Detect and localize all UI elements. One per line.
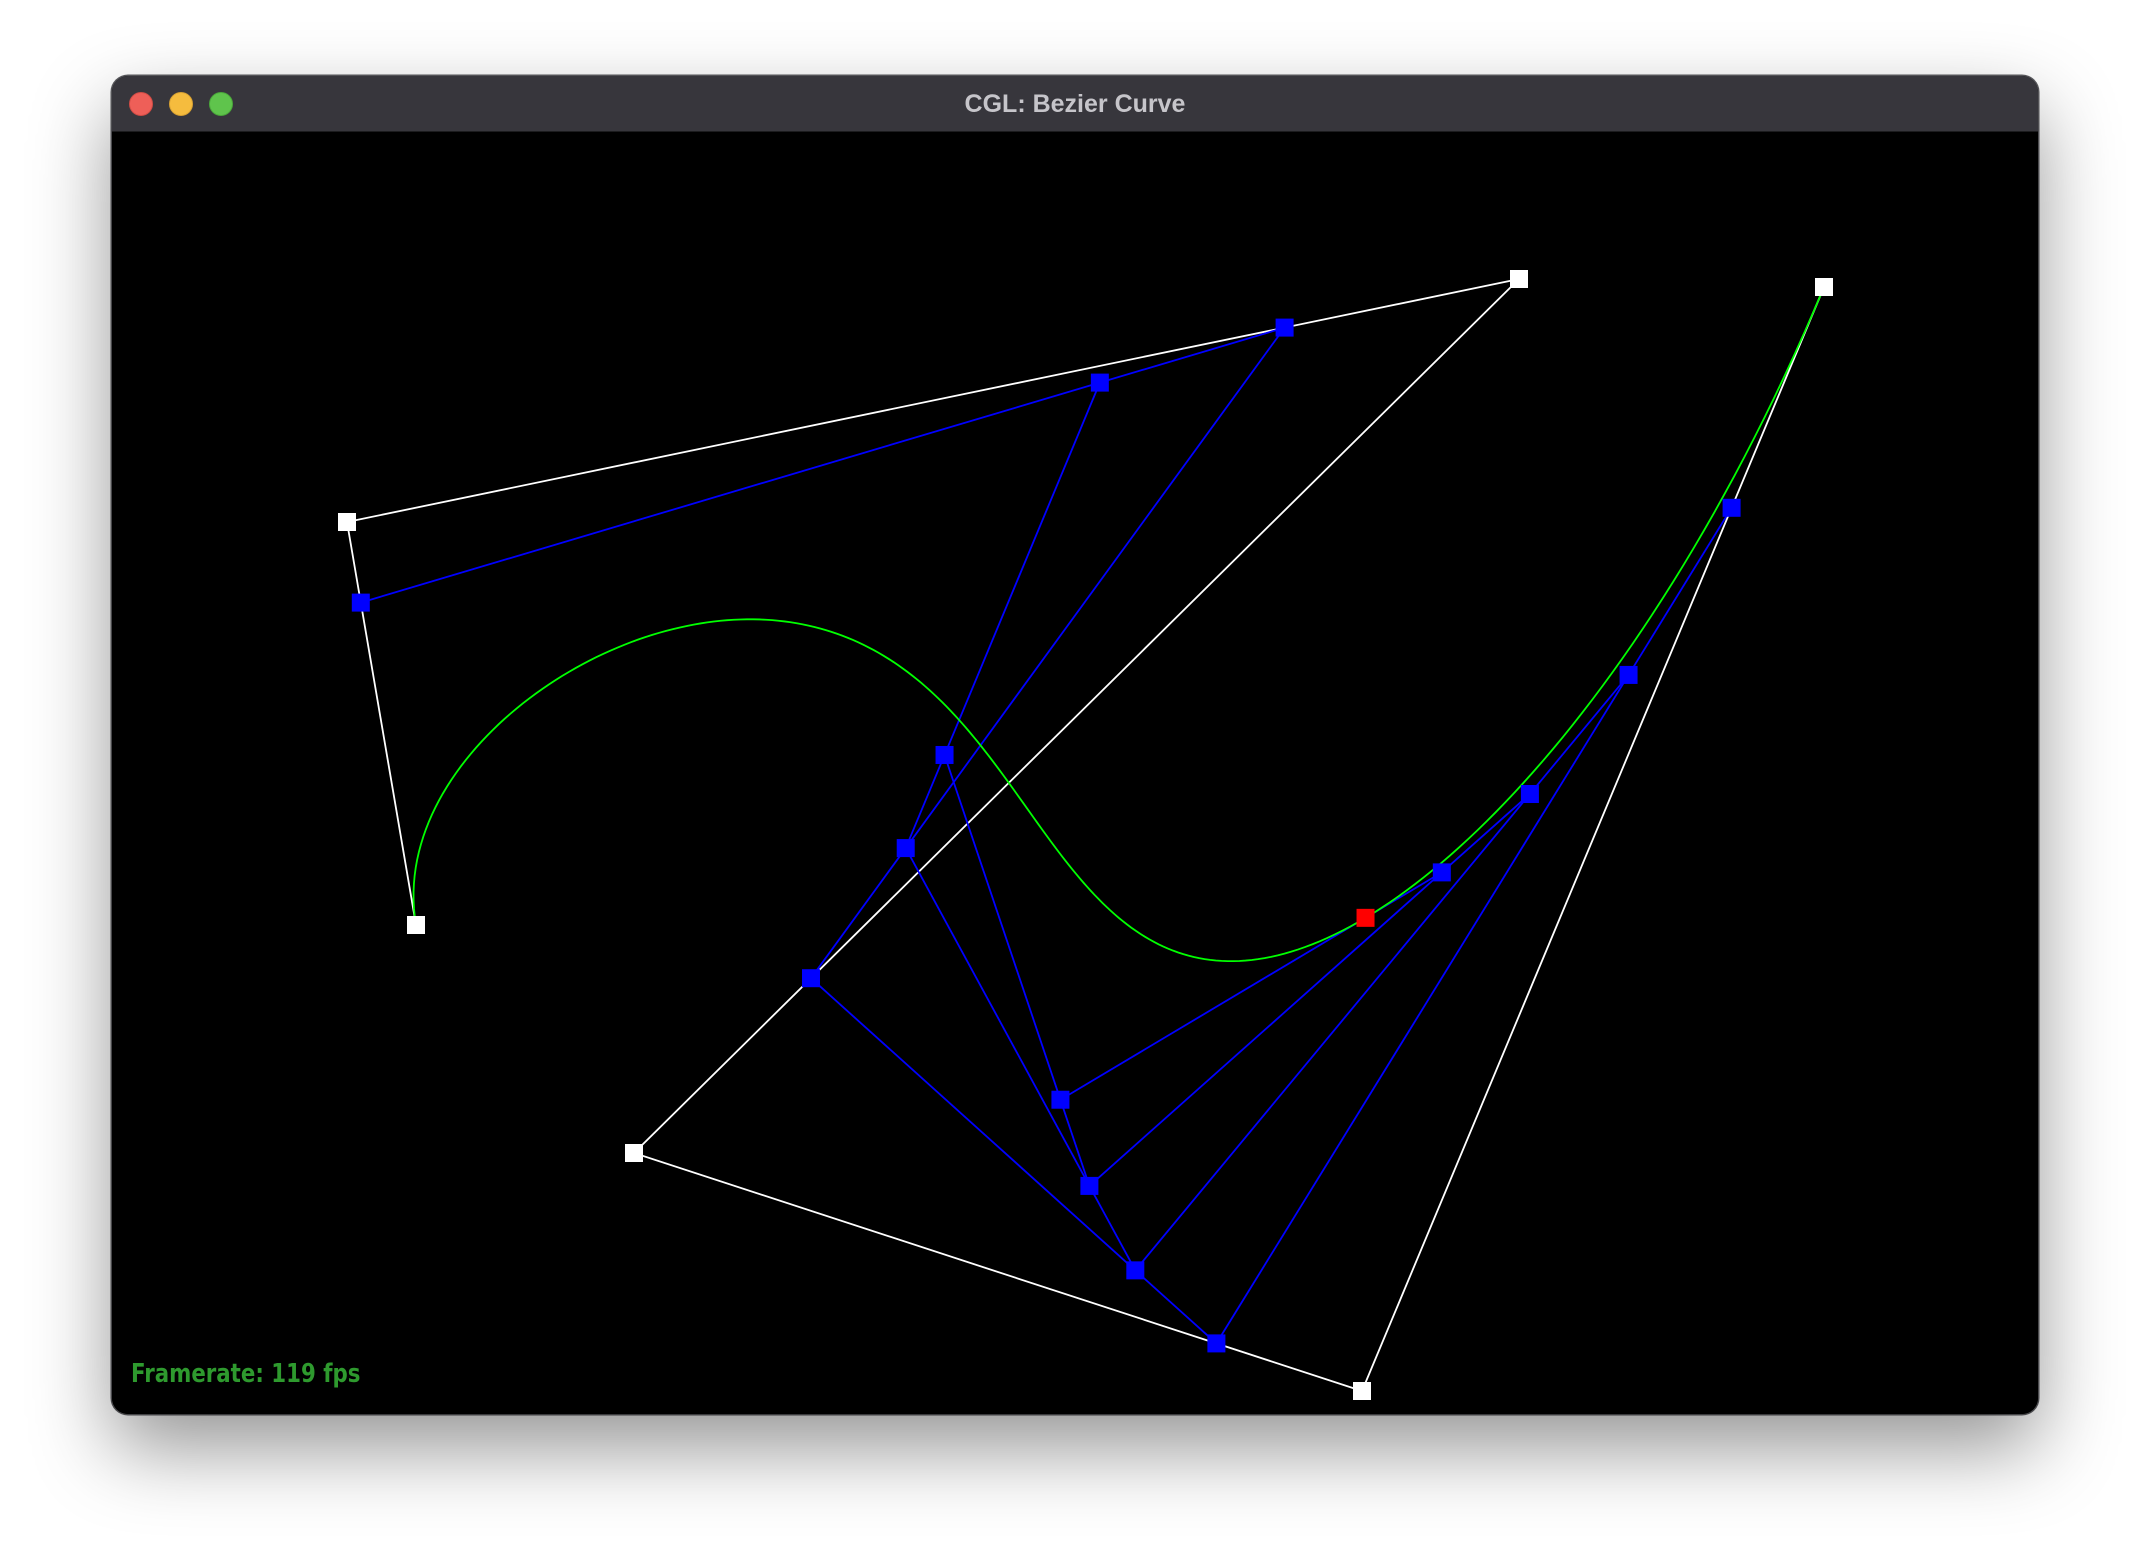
intermediate-point bbox=[1722, 498, 1741, 517]
intermediate-segment bbox=[1215, 507, 1733, 1344]
intermediate-point bbox=[1619, 665, 1638, 684]
intermediate-point bbox=[351, 593, 370, 612]
intermediate-point bbox=[935, 745, 954, 764]
control-polygon-segment bbox=[346, 521, 417, 926]
control-point-handle[interactable] bbox=[625, 1144, 643, 1162]
intermediate-point bbox=[1126, 1261, 1145, 1280]
framerate-label: Framerate: bbox=[131, 1359, 264, 1389]
intermediate-point bbox=[1275, 318, 1294, 337]
intermediate-point bbox=[896, 839, 915, 858]
control-point-handle[interactable] bbox=[1510, 270, 1528, 288]
window-title: CGL: Bezier Curve bbox=[964, 90, 1186, 118]
control-point-handle[interactable] bbox=[1815, 278, 1833, 296]
intermediate-segment bbox=[904, 847, 1137, 1271]
app-window: CGL: Bezier Curve Framerate: 119 fps bbox=[112, 76, 2038, 1414]
intermediate-segment bbox=[1134, 674, 1630, 1271]
intermediate-point bbox=[1432, 863, 1451, 882]
intermediate-segment bbox=[943, 754, 1091, 1187]
intermediate-segment bbox=[1088, 793, 1531, 1187]
control-point-handle[interactable] bbox=[407, 916, 425, 934]
control-polygon-segment bbox=[346, 278, 1520, 523]
control-polygon-segment bbox=[633, 278, 1520, 1154]
control-point-handle[interactable] bbox=[1353, 1382, 1371, 1400]
render-viewport[interactable] bbox=[112, 132, 2038, 1414]
intermediate-segment bbox=[360, 326, 1285, 604]
intermediate-point bbox=[1090, 373, 1109, 392]
framerate-unit: fps bbox=[323, 1359, 361, 1389]
intermediate-point bbox=[1520, 785, 1539, 804]
intermediate-point bbox=[1207, 1334, 1226, 1353]
intermediate-segment bbox=[810, 977, 1218, 1345]
intermediate-point bbox=[1051, 1090, 1070, 1109]
intermediate-segment bbox=[904, 382, 1101, 849]
intermediate-point bbox=[802, 969, 820, 988]
evaluated-point bbox=[1356, 908, 1375, 927]
bezier-scene[interactable] bbox=[112, 132, 2038, 1414]
intermediate-segment bbox=[810, 327, 1286, 979]
framerate-value: 119 bbox=[271, 1359, 316, 1389]
title-bar[interactable]: CGL: Bezier Curve bbox=[112, 76, 2038, 132]
framerate-readout: Framerate: 119 fps bbox=[131, 1359, 360, 1389]
control-polygon-segment bbox=[633, 1152, 1363, 1392]
intermediate-point bbox=[1080, 1176, 1099, 1195]
control-point-handle[interactable] bbox=[338, 513, 356, 531]
bezier-curve bbox=[412, 286, 1825, 963]
control-polygon-segment bbox=[1361, 286, 1825, 1392]
